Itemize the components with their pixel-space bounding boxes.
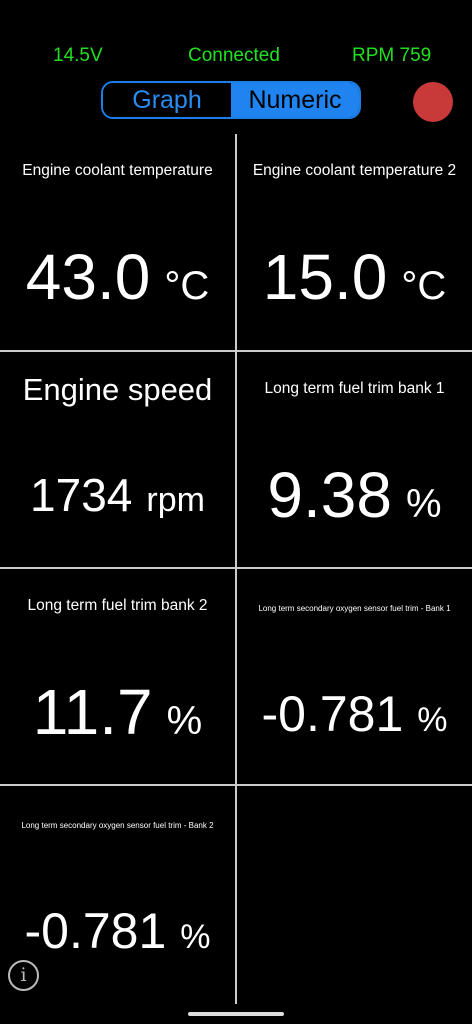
gauge-unit: % [417, 701, 448, 739]
gauge-value: 11.7 [32, 676, 153, 748]
gauge-value: -0.781 [261, 686, 404, 742]
gauge-label: Engine coolant temperature 2 [252, 162, 457, 179]
gauge-unit: % [405, 482, 442, 526]
numeric-tab[interactable]: Numeric [231, 83, 359, 117]
gauge-unit: % [180, 918, 211, 956]
gauge-engine-speed[interactable]: Engine speed 1734 rpm [0, 352, 235, 567]
gauge-label: Long term secondary oxygen sensor fuel t… [21, 821, 214, 830]
gauge-long-term-secondary-o2-fuel-trim-bank-1[interactable]: Long term secondary oxygen sensor fuel t… [237, 569, 472, 784]
gauge-engine-coolant-temperature[interactable]: Engine coolant temperature 43.0 °C [0, 134, 235, 349]
gauge-engine-coolant-temperature-2[interactable]: Engine coolant temperature 2 15.0 °C [237, 134, 472, 349]
gauge-unit: °C [164, 264, 210, 308]
gauge-label: Engine coolant temperature [22, 162, 213, 179]
gauge-label: Long term secondary oxygen sensor fuel t… [258, 604, 451, 613]
gauge-label: Engine speed [22, 372, 213, 407]
gauge-value: 1734 [30, 469, 133, 521]
voltage-readout: 14.5V [53, 45, 103, 66]
gauge-label: Long term fuel trim bank 1 [264, 380, 445, 397]
gauge-long-term-fuel-trim-bank-1[interactable]: Long term fuel trim bank 1 9.38% [237, 352, 472, 567]
graph-tab[interactable]: Graph [103, 83, 231, 117]
gauge-value: 9.38 [267, 459, 392, 531]
gauge-value-row: 15.0 °C [237, 240, 472, 314]
gauge-value-row: -0.781% [0, 902, 235, 960]
rpm-readout: RPM 759 [352, 45, 432, 66]
gauge-unit: % [166, 699, 203, 743]
home-indicator[interactable] [188, 1012, 284, 1016]
gauge-value-row: 11.7% [0, 675, 235, 749]
gauge-value-row: -0.781% [237, 685, 472, 743]
gauge-label: Long term fuel trim bank 2 [27, 597, 208, 614]
gauge-long-term-fuel-trim-bank-2[interactable]: Long term fuel trim bank 2 11.7% [0, 569, 235, 784]
gauge-value-row: 43.0 °C [0, 240, 235, 314]
gauge-unit: rpm [146, 481, 205, 519]
gauge-unit: °C [401, 264, 447, 308]
gauge-value: 43.0 [25, 241, 151, 313]
gauge-value-row: 1734 rpm [0, 468, 235, 522]
view-toggle: Graph Numeric [101, 81, 361, 119]
gauge-value: -0.781 [24, 903, 167, 959]
info-icon[interactable]: i [8, 960, 39, 991]
gauge-value-row: 9.38% [237, 458, 472, 532]
gauge-value: 15.0 [262, 241, 388, 313]
record-button[interactable] [413, 82, 453, 122]
connection-status: Connected [188, 45, 280, 66]
